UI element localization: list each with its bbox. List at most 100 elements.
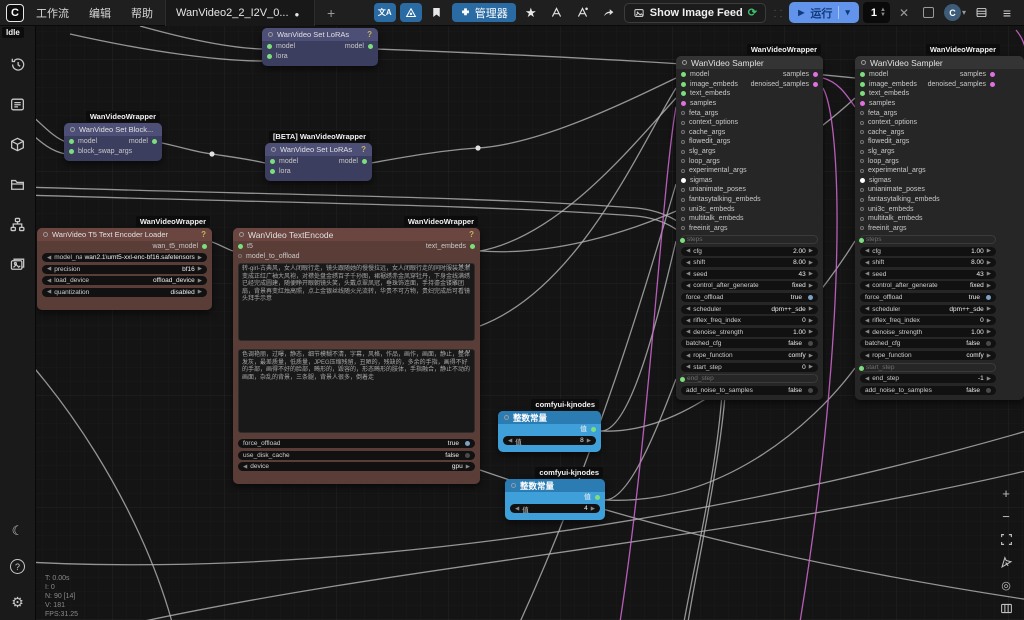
collapse-dot-icon[interactable] bbox=[70, 127, 75, 132]
input-slot[interactable]: multitalk_embeds bbox=[855, 214, 1024, 224]
widget-row[interactable]: ◀ force_offload true ▶ bbox=[860, 293, 996, 302]
node-t5-text-encoder-loader[interactable]: WanVideoWrapper WanVideo T5 Text Encoder… bbox=[37, 228, 212, 310]
combo-right-arrow-icon[interactable]: ▶ bbox=[809, 260, 813, 266]
input-slot[interactable]: freeinit_args bbox=[676, 224, 823, 234]
input-slot[interactable]: flowedit_args bbox=[855, 137, 1024, 147]
textarea-controls[interactable] bbox=[459, 349, 470, 353]
input-slot[interactable]: cache_args bbox=[855, 128, 1024, 138]
workflow-a-icon[interactable] bbox=[546, 3, 568, 22]
input-dot[interactable] bbox=[681, 159, 685, 163]
comfyui-logo-icon[interactable]: C bbox=[6, 4, 24, 22]
widget-row[interactable]: ◀ batched_cfg false ▶ bbox=[860, 339, 996, 348]
combo-right-arrow-icon[interactable]: ▶ bbox=[809, 283, 813, 289]
slot-row[interactable]: block_swap_args bbox=[64, 146, 162, 156]
output-dot[interactable] bbox=[595, 495, 600, 500]
combo-right-arrow-icon[interactable]: ▶ bbox=[198, 255, 202, 261]
menu-help[interactable]: 帮助 bbox=[123, 2, 161, 24]
toggle-dot[interactable] bbox=[986, 341, 991, 346]
input-dot[interactable] bbox=[860, 130, 864, 134]
negative-prompt-textarea[interactable]: 色调艳丽，过曝，静态，细节模糊不清，字幕，风格，作品，画作，画面，静止，整体发灰… bbox=[238, 349, 475, 433]
output-dot[interactable] bbox=[470, 244, 475, 249]
output-slot[interactable]: denoised_samples bbox=[928, 80, 1000, 90]
collapse-dot-icon[interactable] bbox=[268, 32, 273, 37]
widget-row[interactable]: ◀ add_noise_to_samples false ▶ bbox=[860, 386, 996, 395]
input-slot[interactable]: text_embeds bbox=[855, 89, 1024, 99]
textarea-controls[interactable] bbox=[459, 263, 470, 267]
widget-row[interactable]: ◀ model_name wan2.1\umt5-xxl-enc-bf16.sa… bbox=[42, 253, 207, 262]
drag-grip-icon[interactable]: ⸬ bbox=[770, 6, 785, 20]
output-dot[interactable] bbox=[362, 159, 367, 164]
input-slot[interactable]: uni3c_embeds bbox=[676, 204, 823, 214]
gallery-icon[interactable] bbox=[8, 254, 28, 274]
input-dot[interactable] bbox=[681, 130, 685, 134]
combo-right-arrow-icon[interactable]: ▶ bbox=[987, 353, 991, 359]
slot-row[interactable]: t5 text_embeds bbox=[233, 241, 480, 251]
help-circle-icon[interactable]: ? bbox=[10, 559, 25, 574]
widget-row[interactable]: ◀ end_step ▶ bbox=[681, 374, 818, 383]
slot-dot[interactable] bbox=[680, 238, 685, 243]
slot-row[interactable]: model model bbox=[64, 136, 162, 146]
reroute-dot[interactable] bbox=[475, 145, 480, 150]
output-slot[interactable]: samples bbox=[928, 70, 1000, 80]
input-dot[interactable] bbox=[681, 121, 685, 125]
combo-left-arrow-icon[interactable]: ◀ bbox=[865, 318, 869, 324]
workflows-folder-icon[interactable] bbox=[8, 174, 28, 194]
combo-left-arrow-icon[interactable]: ◀ bbox=[865, 260, 869, 266]
slot-dot[interactable] bbox=[680, 377, 685, 382]
slot-row[interactable]: model model bbox=[262, 41, 378, 51]
combo-left-arrow-icon[interactable]: ◀ bbox=[865, 376, 869, 382]
textarea-pin-icon[interactable] bbox=[459, 349, 463, 353]
collapse-dot-icon[interactable] bbox=[271, 147, 276, 152]
output-dot[interactable] bbox=[990, 82, 995, 87]
combo-right-arrow-icon[interactable]: ▶ bbox=[198, 278, 202, 284]
combo-left-arrow-icon[interactable]: ◀ bbox=[243, 464, 247, 470]
toggle-dot[interactable] bbox=[986, 388, 991, 393]
share-icon[interactable] bbox=[598, 3, 620, 22]
node-library-icon[interactable] bbox=[8, 134, 28, 154]
combo-left-arrow-icon[interactable]: ◀ bbox=[686, 329, 690, 335]
combo-left-arrow-icon[interactable]: ◀ bbox=[865, 329, 869, 335]
input-dot[interactable] bbox=[681, 101, 686, 106]
widget-row[interactable]: ◀ start_step ▶ bbox=[860, 363, 996, 372]
input-dot[interactable] bbox=[860, 226, 864, 230]
combo-right-arrow-icon[interactable]: ▶ bbox=[987, 306, 991, 312]
input-dot[interactable] bbox=[681, 111, 685, 115]
input-dot[interactable] bbox=[69, 149, 74, 154]
input-dot[interactable] bbox=[860, 82, 865, 87]
zoom-in-icon[interactable]: + bbox=[998, 486, 1014, 500]
toggle-dot[interactable] bbox=[465, 441, 470, 446]
combo-left-arrow-icon[interactable]: ◀ bbox=[686, 283, 690, 289]
combo-left-arrow-icon[interactable]: ◀ bbox=[865, 283, 869, 289]
slot-row[interactable]: model model bbox=[265, 156, 372, 166]
focus-target-icon[interactable]: ◎ bbox=[998, 578, 1014, 592]
node-graph-icon[interactable] bbox=[400, 3, 422, 22]
input-slot[interactable]: freeinit_args bbox=[855, 224, 1024, 234]
toggle-dot[interactable] bbox=[986, 295, 991, 300]
input-dot[interactable] bbox=[69, 139, 74, 144]
input-dot[interactable] bbox=[860, 198, 864, 202]
combo-right-arrow-icon[interactable]: ▶ bbox=[809, 271, 813, 277]
input-dot[interactable] bbox=[267, 44, 272, 49]
combo-left-arrow-icon[interactable]: ◀ bbox=[686, 248, 690, 254]
user-menu[interactable]: C ▾ bbox=[944, 4, 966, 21]
node-wanvideo-sampler-2[interactable]: WanVideoWrapper WanVideo Sampler model i… bbox=[855, 56, 1024, 400]
collapse-dot-icon[interactable] bbox=[239, 232, 244, 237]
widget-row[interactable]: ◀ batched_cfg false ▶ bbox=[681, 339, 818, 348]
widget-row[interactable]: ◀ quantization disabled ▶ bbox=[42, 288, 207, 297]
combo-right-arrow-icon[interactable]: ▶ bbox=[987, 318, 991, 324]
input-slot[interactable]: feta_args bbox=[855, 108, 1024, 118]
combo-left-arrow-icon[interactable]: ◀ bbox=[686, 306, 690, 312]
combo-left-arrow-icon[interactable]: ◀ bbox=[865, 306, 869, 312]
input-dot[interactable] bbox=[681, 72, 686, 77]
collapse-dot-icon[interactable] bbox=[511, 483, 516, 488]
history-icon[interactable] bbox=[8, 54, 28, 74]
input-slot[interactable]: fantasytalking_embeds bbox=[676, 195, 823, 205]
widget-row[interactable]: ◀ denoise_strength 1.00 ▶ bbox=[681, 328, 818, 337]
manager-button[interactable]: 管理器 bbox=[452, 3, 516, 22]
widget-row[interactable]: ◀ control_after_generate fixed ▶ bbox=[681, 281, 818, 290]
combo-right-arrow-icon[interactable]: ▶ bbox=[987, 248, 991, 254]
widget-row[interactable]: ◀ device gpu ▶ bbox=[238, 462, 475, 471]
widget-row[interactable]: ◀ rope_function comfy ▶ bbox=[681, 351, 818, 360]
show-image-feed-button[interactable]: Show Image Feed ⟳ bbox=[624, 3, 766, 23]
combo-left-arrow-icon[interactable]: ◀ bbox=[686, 318, 690, 324]
